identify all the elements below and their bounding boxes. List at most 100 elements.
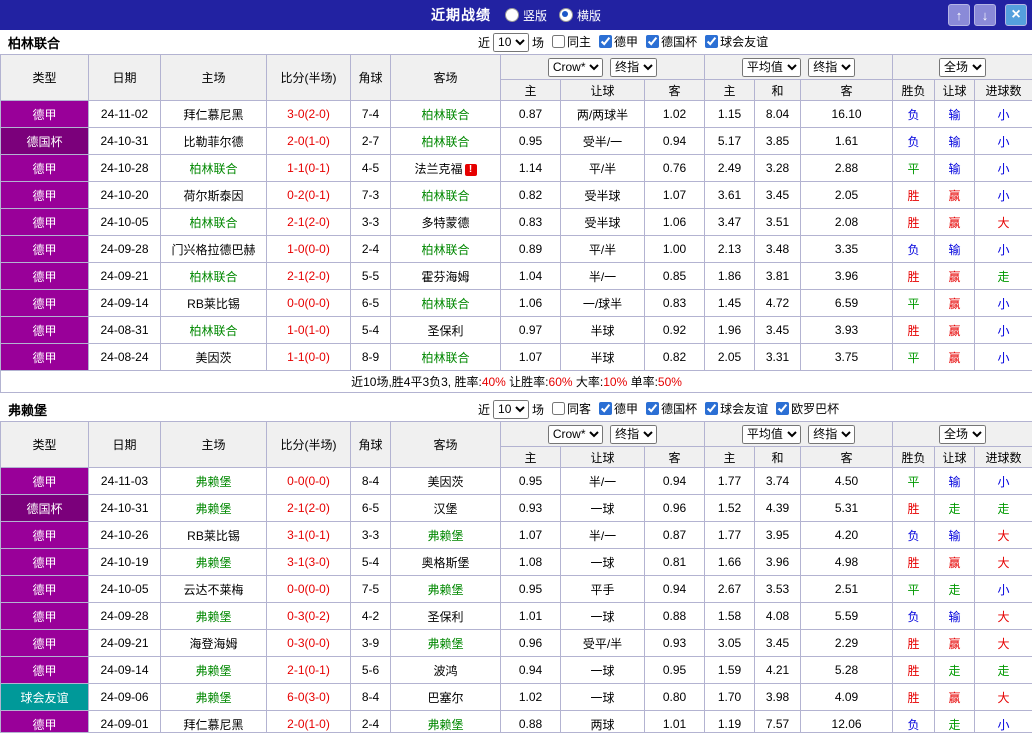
col-date: 日期 [89,55,161,101]
home-team-cell[interactable]: RB莱比锡 [161,290,267,317]
match-count-select[interactable]: 10 [493,400,529,419]
scroll-down-button[interactable]: ↓ [974,4,996,26]
col-goals: 进球数 [975,447,1032,468]
match-row: 球会友谊24-09-06弗赖堡6-0(3-0)8-4巴塞尔1.02一球0.801… [1,684,1032,711]
away-team-cell[interactable]: 柏林联合 [391,290,501,317]
scroll-up-button[interactable]: ↑ [948,4,970,26]
euro-odds-time-select[interactable]: 终指 [808,425,855,444]
away-team-cell[interactable]: 巴塞尔 [391,684,501,711]
asia-handicap-cell: 一球 [561,657,645,684]
euro-away-odds-cell: 2.08 [801,209,893,236]
filter-checkbox[interactable]: 球会友谊 [705,400,768,417]
euro-odds-header: 平均值 终指 [705,422,893,447]
goals-result-cell: 大 [975,522,1032,549]
home-team-cell[interactable]: 门兴格拉德巴赫 [161,236,267,263]
home-team-cell[interactable]: 弗赖堡 [161,495,267,522]
asia-odds-time-select[interactable]: 终指 [610,425,657,444]
league-type-cell: 德甲 [1,576,89,603]
away-team-cell[interactable]: 美因茨 [391,468,501,495]
away-team-cell[interactable]: 柏林联合 [391,344,501,371]
home-team-cell[interactable]: 云达不莱梅 [161,576,267,603]
away-team-cell[interactable]: 柏林联合 [391,236,501,263]
home-team-cell[interactable]: 弗赖堡 [161,684,267,711]
away-team-cell[interactable]: 柏林联合 [391,128,501,155]
home-team-cell[interactable]: 弗赖堡 [161,468,267,495]
asia-odds-source-select[interactable]: Crow* [548,425,603,444]
home-team-cell[interactable]: 海登海姆 [161,630,267,657]
corner-cell: 7-4 [351,101,391,128]
score-cell: 0-3(0-2) [267,603,351,630]
home-team-cell[interactable]: 美因茨 [161,344,267,371]
home-team-cell[interactable]: 弗赖堡 [161,603,267,630]
away-team-cell[interactable]: 弗赖堡 [391,630,501,657]
home-team-cell[interactable]: 拜仁慕尼黑 [161,711,267,733]
away-team-cell[interactable]: 弗赖堡 [391,522,501,549]
filter-checkbox[interactable]: 德甲 [599,33,638,50]
filter-checkbox[interactable]: 德甲 [599,400,638,417]
filter-checkbox-label: 德甲 [614,400,638,417]
asia-away-odds-cell: 0.94 [645,468,705,495]
away-team-cell[interactable]: 圣保利 [391,603,501,630]
col-corner: 角球 [351,422,391,468]
home-team-cell[interactable]: 柏林联合 [161,317,267,344]
home-team-cell[interactable]: 荷尔斯泰因 [161,182,267,209]
filter-checkbox-input[interactable] [599,402,612,415]
filter-checkbox-input[interactable] [646,402,659,415]
home-team-cell[interactable]: RB莱比锡 [161,522,267,549]
match-row: 德甲24-09-14弗赖堡2-1(0-1)5-6波鸿0.94一球0.951.59… [1,657,1032,684]
filter-checkbox[interactable]: 同客 [552,400,591,417]
euro-home-odds-cell: 1.86 [705,263,755,290]
filter-checkbox[interactable]: 德国杯 [646,400,697,417]
asia-odds-source-select[interactable]: Crow* [548,58,603,77]
match-count-select[interactable]: 10 [493,33,529,52]
close-button[interactable]: × [1005,4,1027,26]
home-team-cell[interactable]: 柏林联合 [161,263,267,290]
filter-checkbox-input[interactable] [552,35,565,48]
home-team-cell[interactable]: 拜仁慕尼黑 [161,101,267,128]
filter-checkbox[interactable]: 球会友谊 [705,33,768,50]
euro-home-odds-cell: 1.15 [705,101,755,128]
euro-odds-source-select[interactable]: 平均值 [742,58,801,77]
match-row: 德甲24-11-02拜仁慕尼黑3-0(2-0)7-4柏林联合0.87两/两球半1… [1,101,1032,128]
filter-checkbox-input[interactable] [552,402,565,415]
home-team-cell[interactable]: 比勒菲尔德 [161,128,267,155]
col-euro-draw: 和 [755,80,801,101]
away-team-cell[interactable]: 弗赖堡 [391,711,501,733]
euro-odds-time-select[interactable]: 终指 [808,58,855,77]
asia-odds-header: Crow* 终指 [501,422,705,447]
filter-checkbox-input[interactable] [705,402,718,415]
away-team-cell[interactable]: 霍芬海姆 [391,263,501,290]
away-team-cell[interactable]: 弗赖堡 [391,576,501,603]
score-cell: 6-0(3-0) [267,684,351,711]
layout-radio-vertical[interactable]: 竖版 [505,7,547,24]
away-team-cell[interactable]: 汉堡 [391,495,501,522]
asia-odds-time-select[interactable]: 终指 [610,58,657,77]
scope-select[interactable]: 全场 [939,58,986,77]
filter-checkbox[interactable]: 欧罗巴杯 [776,400,839,417]
away-team-cell[interactable]: 柏林联合 [391,182,501,209]
filter-checkbox-label: 同客 [567,400,591,417]
filter-checkbox-input[interactable] [705,35,718,48]
filter-checkbox-input[interactable] [599,35,612,48]
layout-radio-horizontal[interactable]: 横版 [559,7,601,24]
asia-home-odds-cell: 1.06 [501,290,561,317]
goals-result-cell: 大 [975,209,1032,236]
home-team-cell[interactable]: 柏林联合 [161,155,267,182]
away-team-cell[interactable]: 奥格斯堡 [391,549,501,576]
filter-checkbox[interactable]: 同主 [552,33,591,50]
away-team-cell[interactable]: 圣保利 [391,317,501,344]
away-team-cell[interactable]: 波鸿 [391,657,501,684]
home-team-cell[interactable]: 弗赖堡 [161,657,267,684]
filter-checkbox-input[interactable] [646,35,659,48]
home-team-cell[interactable]: 弗赖堡 [161,549,267,576]
away-team-cell[interactable]: 多特蒙德 [391,209,501,236]
euro-odds-source-select[interactable]: 平均值 [742,425,801,444]
filter-checkbox-input[interactable] [776,402,789,415]
away-team-cell[interactable]: 法兰克福! [391,155,501,182]
home-team-cell[interactable]: 柏林联合 [161,209,267,236]
scope-select[interactable]: 全场 [939,425,986,444]
filter-checkbox[interactable]: 德国杯 [646,33,697,50]
away-team-cell[interactable]: 柏林联合 [391,101,501,128]
asia-home-odds-cell: 0.94 [501,657,561,684]
corner-cell: 8-9 [351,344,391,371]
